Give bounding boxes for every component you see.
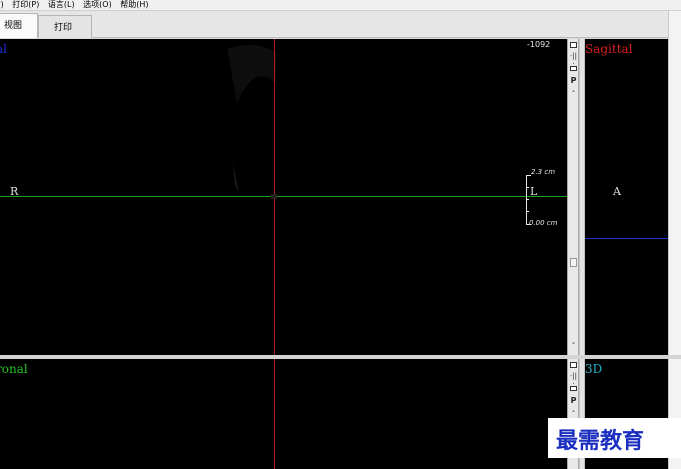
faint-anatomy-shape: [227, 44, 277, 193]
scale-bottom-label: 0.00 cm: [529, 219, 558, 227]
scroll-down-icon[interactable]: ˅: [569, 342, 578, 350]
coronal-label: ronal: [0, 362, 28, 376]
sagittal-viewport[interactable]: Sagittal A: [585, 39, 668, 355]
watermark-logo: 最需教育: [556, 428, 645, 454]
tab-view-label: 视图: [3, 21, 22, 31]
scroll-up-icon[interactable]: ˄: [569, 90, 578, 98]
menu-print[interactable]: 打印(P): [12, 0, 39, 10]
axial-label: al: [0, 42, 7, 56]
orientation-right: R: [10, 185, 19, 198]
menu-options[interactable]: 选项(O): [83, 0, 112, 10]
scale-tick: [526, 187, 529, 188]
scale-top-label: 2.3 cm: [531, 168, 556, 176]
axial-toolbar: ·||· P ˄ ˅: [567, 39, 579, 355]
menu-file[interactable]: F): [0, 0, 4, 10]
sagittal-crosshair-line[interactable]: [585, 238, 668, 239]
layout-icon[interactable]: [570, 66, 577, 71]
layout-icon[interactable]: [570, 386, 577, 391]
crosshair-center[interactable]: [271, 194, 277, 199]
right-edge-panel: [668, 11, 681, 469]
tab-bar: 视图 打印: [0, 11, 681, 38]
scale-tick: [526, 211, 529, 212]
coronal-crosshair-vertical[interactable]: [274, 359, 275, 469]
menu-language[interactable]: 语言(L): [48, 0, 75, 10]
scroll-up-icon[interactable]: ˄: [569, 410, 578, 418]
window-level-value: -1092: [527, 40, 551, 49]
maximize-icon[interactable]: [570, 42, 577, 48]
tab-print[interactable]: 打印: [38, 15, 92, 38]
menu-help[interactable]: 帮助(H): [120, 0, 148, 10]
menu-bar: F) 打印(P) 语言(L) 选项(O) 帮助(H): [0, 0, 681, 11]
3d-label: 3D: [585, 362, 603, 376]
axial-viewport[interactable]: al -1092 R L: [0, 39, 567, 355]
slice-scrollbar-thumb[interactable]: [570, 258, 577, 267]
crosshair-horizontal[interactable]: [0, 196, 567, 197]
maximize-icon[interactable]: [570, 362, 577, 368]
scale-tick: [526, 199, 529, 200]
p-button[interactable]: P: [569, 397, 578, 405]
p-button[interactable]: P: [569, 77, 578, 85]
sagittal-label: Sagittal: [585, 42, 633, 56]
tab-print-label: 打印: [53, 23, 72, 33]
orientation-anterior: A: [613, 185, 621, 198]
coronal-viewport[interactable]: ronal: [0, 359, 567, 469]
tab-view[interactable]: 视图: [0, 13, 38, 38]
